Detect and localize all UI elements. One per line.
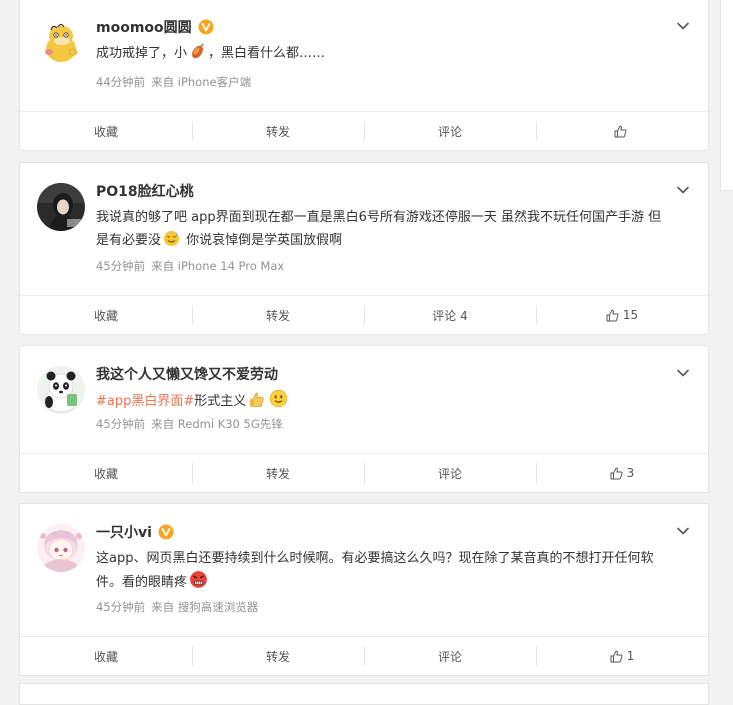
source: 来自 搜狗高速浏览器 [151, 600, 259, 614]
comment-text: #app黑白界面#形式主义 [96, 389, 666, 413]
chevron-down-icon[interactable] [676, 19, 690, 33]
like-count: 15 [622, 308, 639, 322]
comment-meta: 45分钟前 来自 iPhone 14 Pro Max [96, 258, 290, 274]
avatar[interactable] [37, 183, 85, 231]
action-bar: 收藏 转发 评论 1 [20, 636, 708, 675]
username[interactable]: 一只小vi [96, 522, 152, 542]
thumbs-up-icon [610, 650, 623, 662]
next-comment-card [19, 683, 709, 705]
comment-card: PO18脸红心桃 我说真的够了吧 app界面到现在都一直是黑白6号所有游戏还停服… [19, 162, 709, 335]
verified-badge-icon [198, 19, 214, 35]
collect-button[interactable]: 收藏 [20, 296, 192, 334]
comment-meta: 45分钟前 来自 搜狗高速浏览器 [96, 599, 264, 615]
verified-badge-icon [158, 524, 174, 540]
collect-button[interactable]: 收藏 [20, 454, 192, 492]
username[interactable]: moomoo圆圆 [96, 17, 192, 37]
like-button[interactable]: 15 [536, 296, 708, 334]
repost-button[interactable]: 转发 [192, 454, 364, 492]
avatar[interactable] [37, 19, 85, 67]
comment-text: 我说真的够了吧 app界面到现在都一直是黑白6号所有游戏还停服一天 虽然我不玩任… [96, 210, 662, 248]
name-row: 我这个人又懒又馋又不爱劳动 [96, 363, 278, 385]
photo-avatar-icon [37, 183, 85, 231]
collect-button[interactable]: 收藏 [20, 637, 192, 675]
collect-button[interactable]: 收藏 [20, 112, 192, 150]
comment-card: moomoo圆圆 成功戒掉了，小 ，黑白看什么都…… 44分钟前 来自 iPhon… [19, 0, 709, 151]
thumbs-up-icon [614, 125, 626, 137]
comment-text: 这app、网页黑白还要持续到什么时候啊。有必要搞这么久吗？现在除了某音真的不想打… [96, 551, 654, 590]
like-count: 3 [626, 466, 635, 480]
thumbs-up-icon [610, 467, 623, 479]
like-button[interactable]: 3 [536, 454, 708, 492]
chevron-down-icon[interactable] [676, 524, 690, 538]
repost-button[interactable]: 转发 [192, 296, 364, 334]
like-count: 1 [626, 649, 635, 663]
timestamp[interactable]: 45分钟前 [96, 259, 145, 273]
username[interactable]: PO18脸红心桃 [96, 181, 194, 201]
comment-button[interactable]: 评论 [364, 454, 536, 492]
like-button[interactable] [536, 112, 708, 150]
smile-emoji-icon [270, 389, 288, 408]
source: 来自 iPhone客户端 [151, 75, 252, 89]
duck-avatar-icon [37, 19, 85, 67]
thumbs-up-icon [606, 309, 619, 321]
timestamp[interactable]: 45分钟前 [96, 600, 145, 614]
action-bar: 收藏 转发 评论 [20, 111, 708, 150]
comment-card: 一只小vi 这app、网页黑白还要持续到什么时候啊。有必要搞这么久吗？现在除了某… [19, 503, 709, 676]
action-bar: 收藏 转发 评论 3 [20, 453, 708, 492]
timestamp[interactable]: 44分钟前 [96, 75, 145, 89]
comment-text: 成功戒掉了，小 ，黑白看什么都…… [96, 42, 666, 65]
comment-button[interactable]: 评论 [364, 112, 536, 150]
sweet-potato-emoji-icon [192, 43, 204, 59]
anime-girl-avatar-icon [37, 524, 85, 572]
sweat-smile-emoji-icon [164, 231, 180, 246]
username[interactable]: 我这个人又懒又馋又不爱劳动 [96, 364, 278, 384]
comment-meta: 44分钟前 来自 iPhone客户端 [96, 74, 257, 90]
avatar[interactable] [37, 366, 85, 414]
source: 来自 iPhone 14 Pro Max [151, 259, 285, 273]
name-row: PO18脸红心桃 [96, 180, 194, 202]
source: 来自 Redmi K30 5G先锋 [151, 417, 283, 431]
action-bar: 收藏 转发 评论 4 15 [20, 295, 708, 334]
angry-emoji-icon [190, 571, 207, 588]
name-row: moomoo圆圆 [96, 16, 214, 38]
hashtag-link[interactable]: #app黑白界面# [96, 394, 194, 409]
thumbs-up-emoji-icon [250, 392, 264, 407]
sidebar-panel-edge [720, 0, 733, 191]
avatar[interactable] [37, 524, 85, 572]
repost-button[interactable]: 转发 [192, 637, 364, 675]
timestamp[interactable]: 45分钟前 [96, 417, 145, 431]
name-row: 一只小vi [96, 521, 174, 543]
comment-button[interactable]: 评论 [364, 637, 536, 675]
chevron-down-icon[interactable] [676, 366, 690, 380]
comment-button[interactable]: 评论 4 [364, 296, 536, 334]
panda-avatar-icon [37, 366, 85, 414]
comment-meta: 45分钟前 来自 Redmi K30 5G先锋 [96, 416, 289, 432]
repost-button[interactable]: 转发 [192, 112, 364, 150]
chevron-down-icon[interactable] [676, 183, 690, 197]
like-button[interactable]: 1 [536, 637, 708, 675]
comment-card: 我这个人又懒又馋又不爱劳动 #app黑白界面#形式主义 45分钟前 来自 Redm… [19, 345, 709, 493]
